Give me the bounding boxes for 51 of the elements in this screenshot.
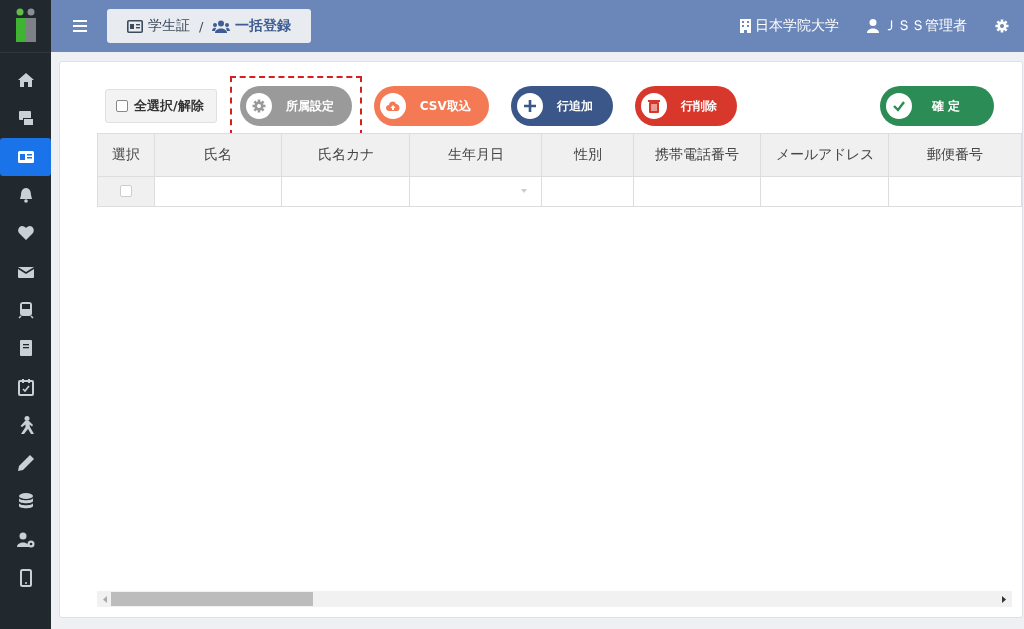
breadcrumb-separator: / bbox=[199, 18, 204, 34]
column-header[interactable]: 性別 bbox=[541, 133, 634, 177]
table-cell[interactable] bbox=[888, 176, 1022, 207]
settings-icon[interactable] bbox=[995, 19, 1009, 33]
column-header[interactable]: 郵便番号 bbox=[888, 133, 1022, 177]
school-name: 日本学院大学 bbox=[755, 17, 839, 35]
table-cell[interactable] bbox=[281, 176, 410, 207]
sidebar-item[interactable] bbox=[0, 137, 51, 176]
trash-icon bbox=[645, 98, 662, 114]
table-cell[interactable] bbox=[633, 176, 761, 207]
row-checkbox[interactable] bbox=[120, 185, 132, 197]
horizontal-scrollbar[interactable] bbox=[97, 591, 1012, 607]
table-cell[interactable] bbox=[541, 176, 634, 207]
devices-icon bbox=[16, 109, 35, 128]
confirm-button[interactable]: 確 定 bbox=[879, 86, 994, 126]
add-button[interactable]: 行追加 bbox=[510, 86, 613, 126]
column-header[interactable]: 氏名カナ bbox=[281, 133, 410, 177]
user-gear-icon bbox=[16, 530, 35, 549]
heartbeat-icon bbox=[16, 224, 35, 243]
breadcrumb-current: 一括登録 bbox=[235, 17, 292, 35]
table-cell[interactable] bbox=[154, 176, 282, 207]
column-header[interactable]: 生年月日 bbox=[409, 133, 542, 177]
train-icon bbox=[16, 300, 35, 319]
logo-icon bbox=[14, 8, 37, 44]
menu-icon[interactable] bbox=[73, 20, 87, 32]
dropdown-icon bbox=[521, 189, 527, 193]
table-cell[interactable] bbox=[409, 176, 542, 207]
building-icon bbox=[740, 19, 751, 33]
calendar-icon bbox=[16, 377, 35, 396]
id-card-icon bbox=[127, 19, 143, 33]
gear-icon bbox=[250, 98, 267, 114]
users-icon bbox=[212, 19, 231, 33]
pencil-icon bbox=[16, 454, 35, 473]
table-cell[interactable] bbox=[760, 176, 889, 207]
column-header[interactable]: メールアドレス bbox=[760, 133, 889, 177]
scroll-right-icon[interactable] bbox=[1002, 595, 1006, 603]
cloud-upload-icon bbox=[384, 98, 401, 114]
home-icon bbox=[16, 71, 35, 90]
breadcrumb-link[interactable]: 学生証 bbox=[148, 17, 190, 35]
user-icon bbox=[867, 19, 879, 33]
table-cell[interactable] bbox=[97, 176, 155, 207]
select-all-button[interactable]: 全選択/解除 bbox=[105, 89, 217, 123]
delete-button[interactable]: 行削除 bbox=[634, 86, 737, 126]
column-header[interactable]: 携帯電話番号 bbox=[633, 133, 761, 177]
user-name[interactable]: ＪＳＳ管理者 bbox=[883, 17, 967, 35]
checkbox[interactable] bbox=[116, 100, 128, 112]
scrollbar-thumb[interactable] bbox=[111, 592, 313, 606]
column-header[interactable]: 氏名 bbox=[154, 133, 282, 177]
plus-icon bbox=[521, 98, 538, 114]
database-icon bbox=[16, 492, 35, 511]
column-header[interactable]: 選択 bbox=[97, 133, 155, 177]
